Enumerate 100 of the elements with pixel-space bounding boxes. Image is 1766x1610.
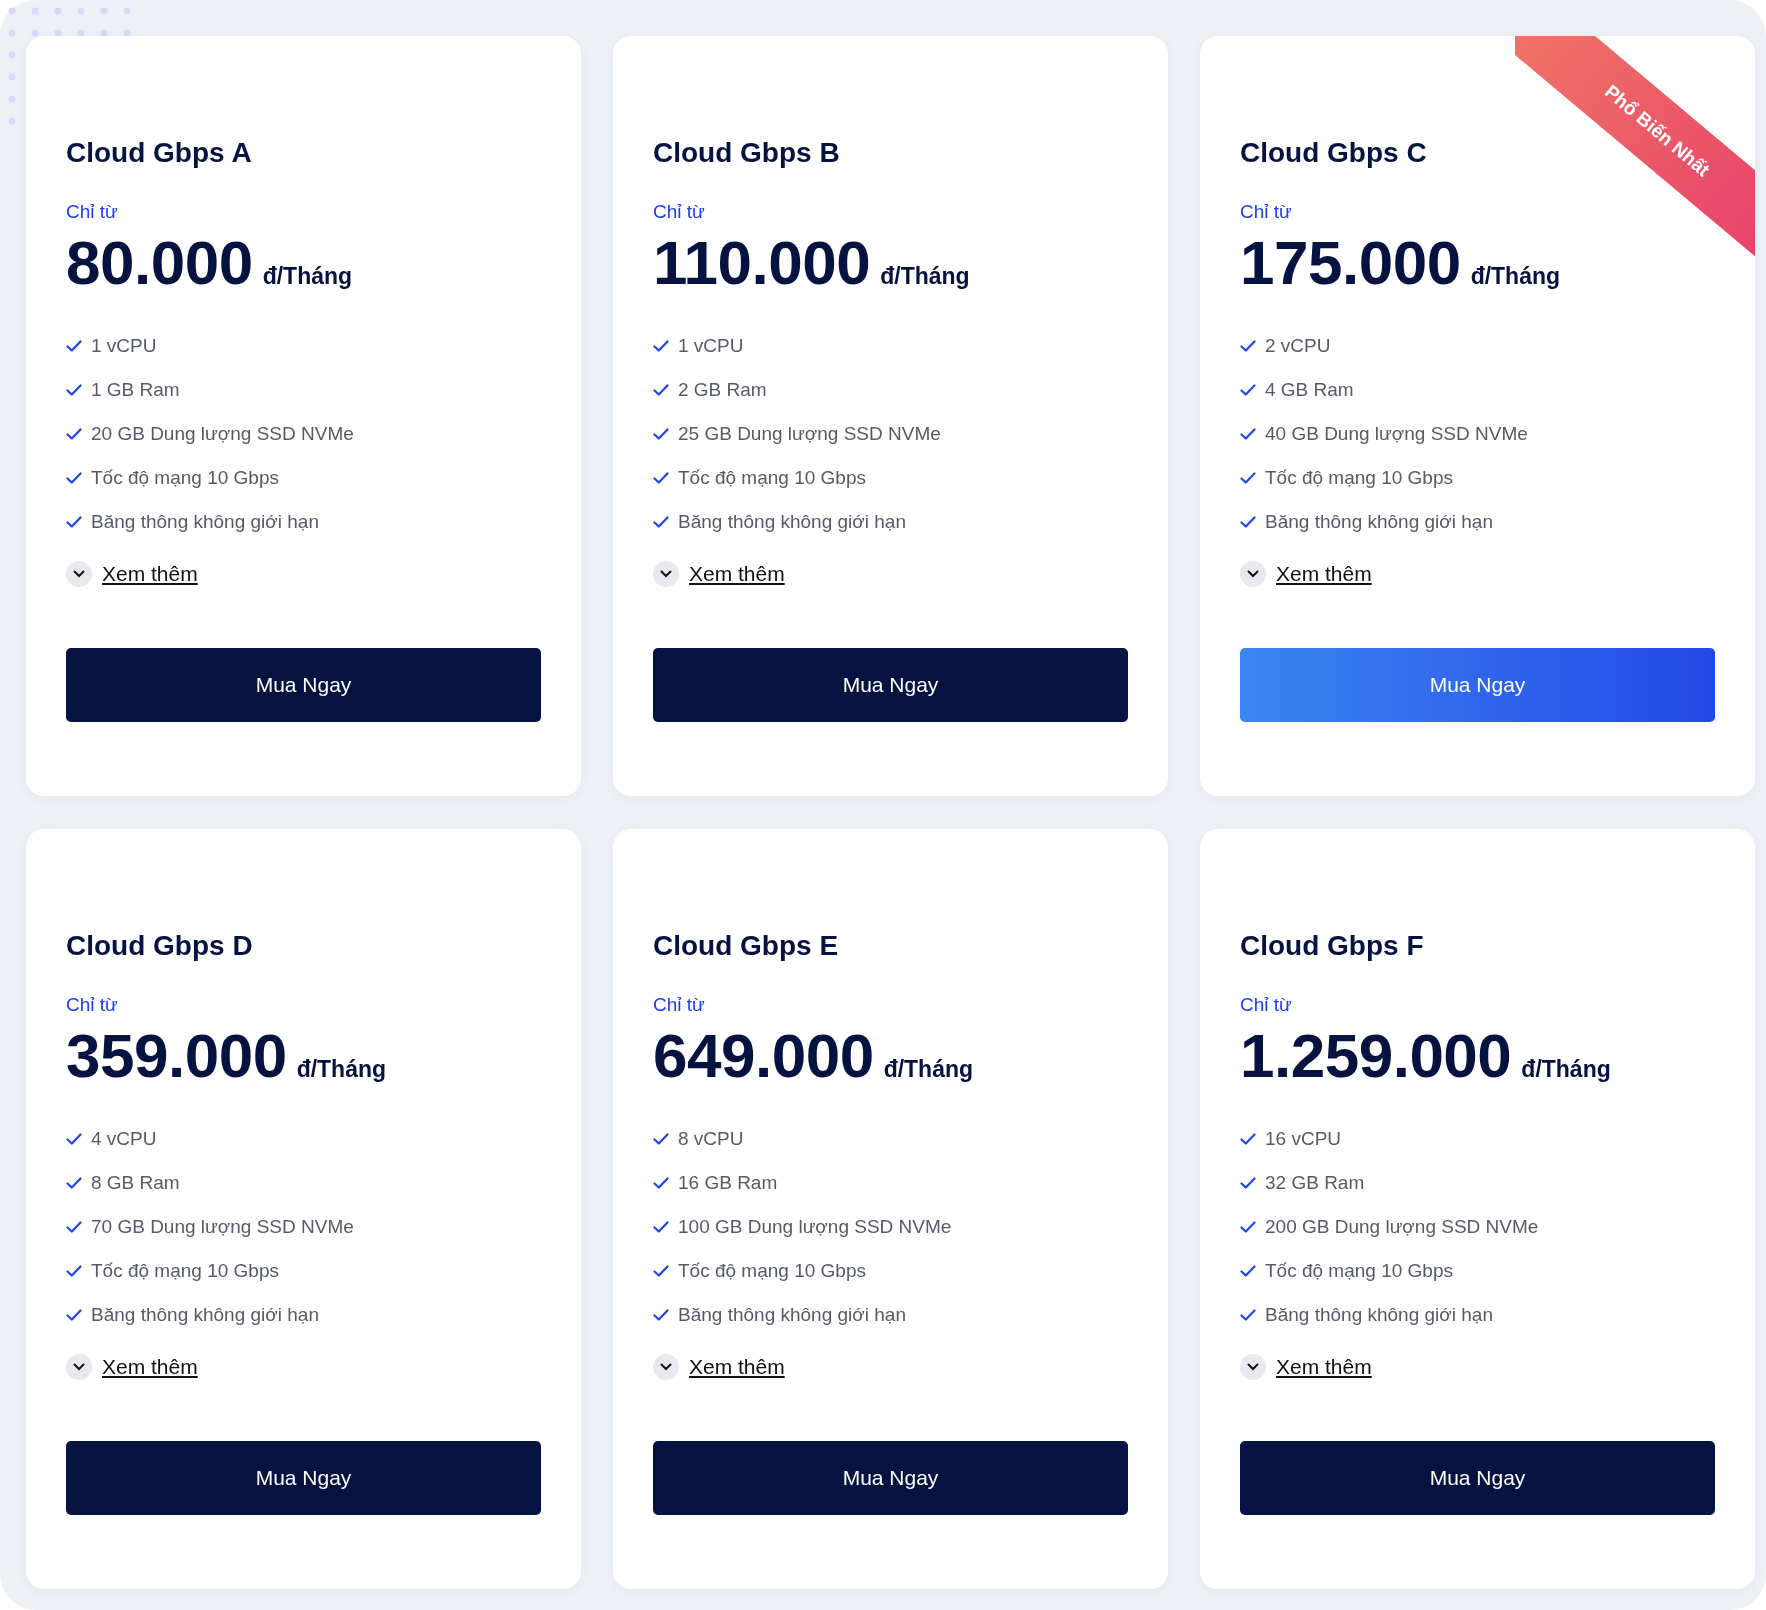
chevron-down-icon[interactable] bbox=[66, 1353, 92, 1380]
feature-text: 25 GB Dung lượng SSD NVMe bbox=[678, 421, 941, 446]
plan-title: Cloud Gbps D bbox=[66, 929, 253, 963]
check-icon bbox=[1240, 1133, 1256, 1146]
plan-title: Cloud Gbps E bbox=[653, 929, 839, 963]
feature-text: 20 GB Dung lượng SSD NVMe bbox=[91, 421, 354, 446]
check-icon bbox=[66, 516, 82, 529]
feature-text: Tốc độ mạng 10 Gbps bbox=[678, 465, 866, 490]
price: 110.000 bbox=[653, 232, 871, 295]
feature-text: 16 vCPU bbox=[1265, 1126, 1342, 1151]
see-more-link[interactable]: Xem thêm bbox=[102, 558, 198, 590]
price: 1.259.000 bbox=[1240, 1025, 1512, 1088]
check-icon bbox=[1240, 516, 1256, 529]
price-unit: đ/Tháng bbox=[262, 262, 353, 292]
price-prefix: Chỉ từ bbox=[1240, 199, 1292, 224]
buy-button[interactable]: Mua Ngay bbox=[653, 1440, 1128, 1515]
check-icon bbox=[653, 1133, 669, 1146]
feature-text: 16 GB Ram bbox=[678, 1170, 778, 1195]
feature-text: Băng thông không giới hạn bbox=[678, 509, 906, 534]
feature-text: 32 GB Ram bbox=[1265, 1170, 1365, 1195]
feature-text: 2 vCPU bbox=[1265, 333, 1331, 358]
check-icon bbox=[1240, 1221, 1256, 1234]
feature-text: Băng thông không giới hạn bbox=[678, 1302, 906, 1327]
check-icon bbox=[1240, 1177, 1256, 1190]
feature-text: Tốc độ mạng 10 Gbps bbox=[91, 1258, 279, 1283]
price-unit: đ/Tháng bbox=[1470, 262, 1561, 292]
feature-text: 100 GB Dung lượng SSD NVMe bbox=[678, 1214, 952, 1239]
price: 80.000 bbox=[66, 232, 253, 295]
chevron-down-icon[interactable] bbox=[1240, 1353, 1266, 1380]
feature-text: Băng thông không giới hạn bbox=[1265, 509, 1493, 534]
see-more-link[interactable]: Xem thêm bbox=[1276, 1351, 1372, 1383]
check-icon bbox=[66, 1265, 82, 1278]
feature-text: 40 GB Dung lượng SSD NVMe bbox=[1265, 421, 1528, 446]
feature-text: 1 vCPU bbox=[91, 333, 157, 358]
check-icon bbox=[653, 340, 669, 353]
feature-text: 200 GB Dung lượng SSD NVMe bbox=[1265, 1214, 1539, 1239]
price-prefix: Chỉ từ bbox=[653, 992, 705, 1017]
check-icon bbox=[66, 1309, 82, 1322]
price: 359.000 bbox=[66, 1025, 287, 1088]
plan-title: Cloud Gbps A bbox=[66, 136, 252, 170]
feature-text: Tốc độ mạng 10 Gbps bbox=[1265, 1258, 1453, 1283]
feature-text: Tốc độ mạng 10 Gbps bbox=[91, 465, 279, 490]
price-prefix: Chỉ từ bbox=[66, 992, 118, 1017]
check-icon bbox=[66, 1221, 82, 1234]
check-icon bbox=[66, 1177, 82, 1190]
price-prefix: Chỉ từ bbox=[1240, 992, 1292, 1017]
check-icon bbox=[653, 1221, 669, 1234]
price-prefix: Chỉ từ bbox=[66, 199, 118, 224]
feature-text: 8 vCPU bbox=[678, 1126, 744, 1151]
check-icon bbox=[653, 516, 669, 529]
check-icon bbox=[1240, 340, 1256, 353]
check-icon bbox=[1240, 384, 1256, 397]
price: 649.000 bbox=[653, 1025, 874, 1088]
check-icon bbox=[1240, 428, 1256, 441]
check-icon bbox=[1240, 1309, 1256, 1322]
see-more-link[interactable]: Xem thêm bbox=[102, 1351, 198, 1383]
feature-text: 1 vCPU bbox=[678, 333, 744, 358]
feature-text: 1 GB Ram bbox=[91, 377, 180, 402]
check-icon bbox=[66, 384, 82, 397]
chevron-down-icon[interactable] bbox=[66, 560, 92, 587]
buy-button[interactable]: Mua Ngay bbox=[1240, 1440, 1715, 1515]
check-icon bbox=[653, 428, 669, 441]
check-icon bbox=[66, 1133, 82, 1146]
check-icon bbox=[653, 472, 669, 485]
check-icon bbox=[653, 1265, 669, 1278]
feature-text: Băng thông không giới hạn bbox=[1265, 1302, 1493, 1327]
chevron-down-icon[interactable] bbox=[653, 1353, 679, 1380]
see-more-link[interactable]: Xem thêm bbox=[1276, 558, 1372, 590]
price: 175.000 bbox=[1240, 232, 1461, 295]
buy-button[interactable]: Mua Ngay bbox=[1240, 647, 1715, 722]
feature-text: 70 GB Dung lượng SSD NVMe bbox=[91, 1214, 354, 1239]
check-icon bbox=[1240, 472, 1256, 485]
plan-title: Cloud Gbps C bbox=[1240, 136, 1427, 170]
price-prefix: Chỉ từ bbox=[653, 199, 705, 224]
check-icon bbox=[1240, 1265, 1256, 1278]
feature-text: Băng thông không giới hạn bbox=[91, 509, 319, 534]
price-unit: đ/Tháng bbox=[1521, 1055, 1611, 1085]
check-icon bbox=[653, 384, 669, 397]
feature-text: 4 vCPU bbox=[91, 1126, 157, 1151]
price-unit: đ/Tháng bbox=[880, 262, 970, 292]
check-icon bbox=[66, 340, 82, 353]
see-more-link[interactable]: Xem thêm bbox=[689, 1351, 785, 1383]
price-unit: đ/Tháng bbox=[296, 1055, 387, 1085]
feature-text: Băng thông không giới hạn bbox=[91, 1302, 319, 1327]
check-icon bbox=[653, 1309, 669, 1322]
feature-text: 2 GB Ram bbox=[678, 377, 767, 402]
buy-button[interactable]: Mua Ngay bbox=[66, 647, 541, 722]
chevron-down-icon[interactable] bbox=[653, 560, 679, 587]
feature-text: 8 GB Ram bbox=[91, 1170, 180, 1195]
buy-button[interactable]: Mua Ngay bbox=[66, 1440, 541, 1515]
feature-text: Tốc độ mạng 10 Gbps bbox=[678, 1258, 866, 1283]
buy-button[interactable]: Mua Ngay bbox=[653, 647, 1128, 722]
check-icon bbox=[653, 1177, 669, 1190]
chevron-down-icon[interactable] bbox=[1240, 560, 1266, 587]
plan-title: Cloud Gbps F bbox=[1240, 929, 1424, 963]
feature-text: Tốc độ mạng 10 Gbps bbox=[1265, 465, 1453, 490]
price-unit: đ/Tháng bbox=[883, 1055, 974, 1085]
feature-text: 4 GB Ram bbox=[1265, 377, 1354, 402]
see-more-link[interactable]: Xem thêm bbox=[689, 558, 785, 590]
plan-title: Cloud Gbps B bbox=[653, 136, 840, 170]
